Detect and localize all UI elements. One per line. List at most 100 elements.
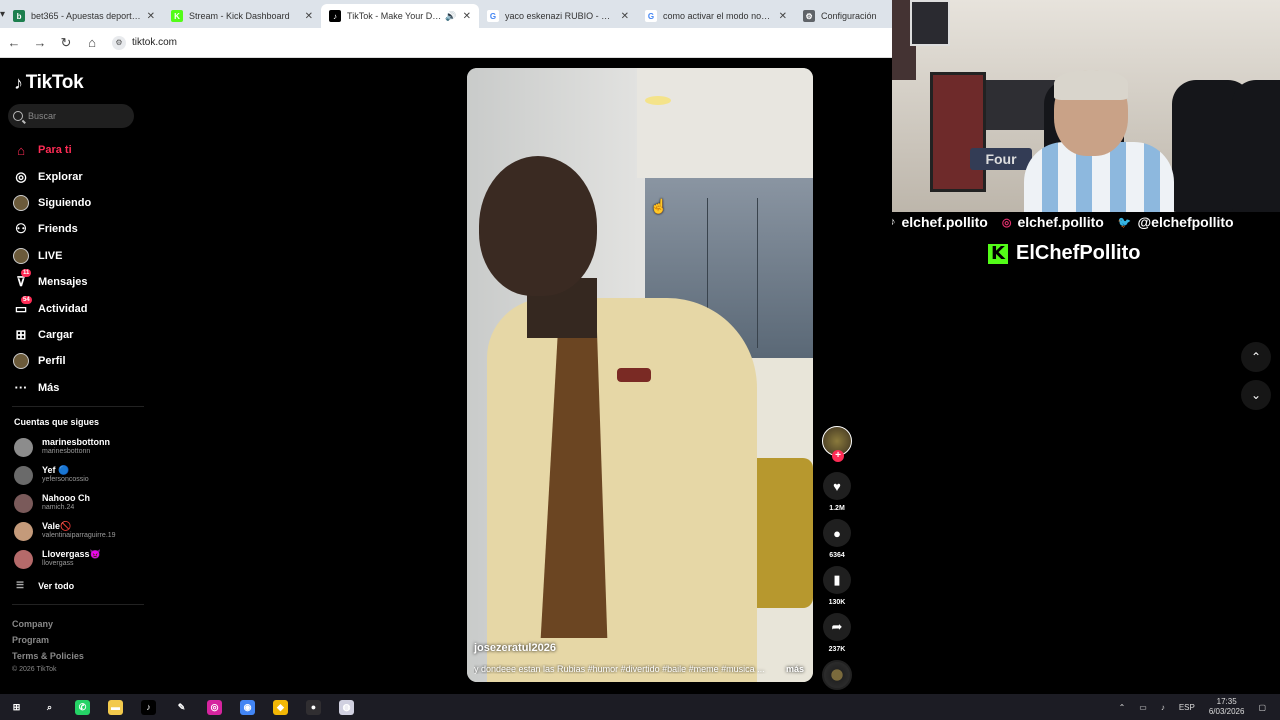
tab-audio-icon[interactable]: 🔊	[445, 11, 456, 22]
account-text: Vale🚫 valentinaiparraguirre.19	[42, 521, 116, 541]
volume-icon[interactable]: ♪	[1161, 703, 1165, 712]
video-author[interactable]: josezeratul2026	[474, 642, 556, 654]
notifications-icon[interactable]: ▢	[1258, 703, 1266, 712]
heart-button[interactable]: ♥ 1.2M	[822, 472, 852, 512]
see-all-link[interactable]: ☰ Ver todo	[16, 580, 74, 591]
site-info-icon[interactable]: ⚙	[112, 35, 126, 50]
share-icon: ➦	[823, 613, 851, 641]
video-scene-light	[645, 96, 671, 105]
followed-account[interactable]: Nahooo Ch namich.24	[14, 493, 144, 513]
heart-icon: ♥	[823, 472, 851, 500]
tiktok-logo[interactable]: ♪ TikTok	[14, 72, 84, 94]
taskbar-app[interactable]: ◍	[330, 694, 363, 720]
account-text: marinesbottonn marinesbottonn	[42, 437, 110, 457]
kick-logo-icon: K	[988, 243, 1008, 264]
previous-video-button[interactable]: ⌃	[1241, 342, 1271, 372]
taskbar-app[interactable]: ⌕	[33, 694, 66, 720]
more-icon: ···	[12, 379, 30, 397]
action-count: 237K	[828, 646, 846, 653]
back-icon[interactable]: ←	[2, 31, 26, 55]
more-icon-glyph: ···	[14, 380, 28, 396]
action-count: 1.2M	[829, 505, 845, 512]
account-name: Vale🚫	[42, 521, 72, 531]
account-handle: namich.24	[42, 504, 75, 511]
footer-company[interactable]: Company	[12, 619, 53, 629]
close-tab-icon[interactable]: ✕	[147, 11, 155, 22]
browser-tab[interactable]: ♪ TikTok - Make Your Day 🔊 ✕	[321, 4, 480, 28]
sidebar-item-siguiendo[interactable]: Siguiendo	[12, 190, 142, 216]
tiktok-icon: ♪	[329, 10, 342, 22]
browser-tab[interactable]: Gyaco eskenazi RUBIO - Buscar ✕	[479, 4, 637, 28]
friends-icon-glyph: ⚇	[15, 221, 27, 237]
sidebar-item-para-ti[interactable]: ⌂ Para ti	[12, 137, 142, 163]
sidebar-item-actividad[interactable]: ▭ 54 Actividad	[12, 295, 142, 321]
screen: { "browser": { "tabs": [ {"title": "bet3…	[0, 0, 1280, 720]
browser-tab[interactable]: ⚙ Configuración	[795, 4, 892, 28]
language-indicator[interactable]: ESP	[1179, 703, 1195, 712]
compass-icon: ◎	[12, 168, 30, 186]
social-handle-text: elchef.pollito	[901, 214, 988, 230]
tray-chevron-icon[interactable]: ⌃	[1119, 703, 1126, 712]
taskbar-app[interactable]: ◆	[264, 694, 297, 720]
sidebar-item-más[interactable]: ··· Más	[12, 375, 142, 401]
clock[interactable]: 17:35 6/03/2026	[1209, 697, 1245, 717]
account-text: Yef 🔵 yefersoncossio	[42, 465, 89, 485]
taskbar-app[interactable]: ✆	[66, 694, 99, 720]
bookmark-button[interactable]: ▮ 130K	[822, 566, 852, 606]
browser-tab[interactable]: b bet365 - Apuestas deportivas en ✕	[5, 4, 163, 28]
network-icon[interactable]: ▭	[1139, 703, 1147, 712]
music-disc-icon[interactable]	[822, 660, 852, 690]
followed-account[interactable]: Yef 🔵 yefersoncossio	[14, 465, 144, 485]
account-avatar	[14, 437, 33, 457]
address-bar[interactable]: ⚙ tiktok.com	[112, 32, 884, 54]
taskbar-app[interactable]: ◎	[198, 694, 231, 720]
close-tab-icon[interactable]: ✕	[463, 11, 471, 22]
close-tab-icon[interactable]: ✕	[621, 11, 629, 22]
forward-icon[interactable]: →	[28, 31, 52, 55]
channel-name: ElChefPollito	[1016, 242, 1141, 264]
browser-tab[interactable]: Gcomo activar el modo noche en ✕	[637, 4, 795, 28]
list-icon: ☰	[16, 580, 25, 590]
browser-toolbar: ← → ↻ ⌂ ⚙ tiktok.com	[0, 28, 892, 58]
social-handle-text: @elchefpollito	[1137, 214, 1234, 230]
account-avatar	[14, 549, 33, 569]
social-handle: ◎ elchef.pollito	[1002, 214, 1104, 230]
sidebar-item-cargar[interactable]: ⊞ Cargar	[12, 322, 142, 348]
sidebar-item-explorar[interactable]: ◎ Explorar	[12, 163, 142, 189]
next-video-button[interactable]: ⌄	[1241, 380, 1271, 410]
sidebar-item-label: LIVE	[38, 249, 63, 262]
followed-account[interactable]: Llovergass👿 llovergass	[14, 549, 144, 569]
taskbar-app[interactable]: ♪	[132, 694, 165, 720]
footer-terms[interactable]: Terms & Policies	[12, 651, 84, 661]
sidebar-item-label: Perfil	[38, 355, 66, 368]
comment-button[interactable]: ● 6364	[822, 519, 852, 559]
caption-more-button[interactable]: más	[786, 664, 804, 674]
browser-tab[interactable]: K Stream - Kick Dashboard ✕	[163, 4, 321, 28]
taskbar-app[interactable]: ▬	[99, 694, 132, 720]
taskbar-app[interactable]: ●	[297, 694, 330, 720]
clock-time: 17:35	[1216, 697, 1237, 706]
footer-program[interactable]: Program	[12, 635, 49, 645]
close-tab-icon[interactable]: ✕	[305, 11, 313, 22]
settings-icon: ⚙	[803, 10, 816, 22]
followed-account[interactable]: marinesbottonn marinesbottonn	[14, 437, 144, 457]
follow-plus-icon[interactable]: +	[832, 450, 844, 462]
home-icon[interactable]: ⌂	[80, 31, 104, 55]
reload-icon[interactable]: ↻	[54, 31, 78, 55]
taskbar-app[interactable]: ✎	[165, 694, 198, 720]
search-input[interactable]: Buscar	[8, 104, 134, 128]
see-all-label: Ver todo	[38, 580, 75, 591]
taskbar-app[interactable]: ⊞	[0, 694, 33, 720]
close-tab-icon[interactable]: ✕	[779, 11, 787, 22]
sidebar-item-perfil[interactable]: Perfil	[12, 348, 142, 374]
sidebar-item-mensajes[interactable]: ⊽ 11 Mensajes	[12, 269, 142, 295]
sidebar-item-friends[interactable]: ⚇ Friends	[12, 216, 142, 242]
video-player[interactable]: josezeratul2026 y dondeee estan las Rubi…	[467, 68, 813, 682]
taskbar-app[interactable]: ◉	[231, 694, 264, 720]
followed-account[interactable]: Vale🚫 valentinaiparraguirre.19	[14, 521, 144, 541]
share-button[interactable]: ➦ 237K	[822, 613, 852, 653]
notification-badge: 54	[21, 295, 32, 304]
video-scene-ceiling	[637, 68, 813, 178]
comment-icon: ●	[823, 519, 851, 547]
sidebar-item-live[interactable]: LIVE	[12, 243, 142, 269]
